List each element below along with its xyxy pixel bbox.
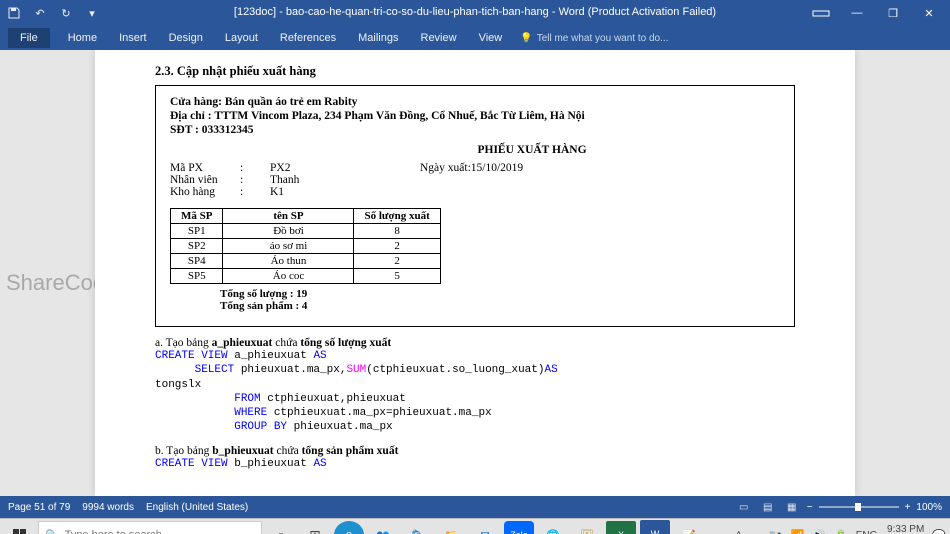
- app-mail[interactable]: ✉: [470, 521, 500, 534]
- tell-me-text: Tell me what you want to do...: [537, 33, 669, 44]
- app-edge[interactable]: e: [334, 521, 364, 534]
- status-language[interactable]: English (United States): [146, 502, 248, 513]
- close-icon[interactable]: ✕: [912, 3, 946, 23]
- web-layout-icon[interactable]: ▦: [783, 499, 801, 515]
- search-placeholder: Type here to search: [65, 529, 162, 534]
- zoom-out-icon[interactable]: −: [807, 502, 813, 513]
- zoom-level[interactable]: 100%: [916, 502, 942, 513]
- app-zalo[interactable]: Zalo: [504, 521, 534, 534]
- bulb-icon: 💡: [520, 33, 532, 44]
- tab-references[interactable]: References: [276, 32, 340, 44]
- search-icon: 🔍: [45, 529, 59, 534]
- undo-icon[interactable]: ↶: [30, 3, 50, 23]
- app-sql[interactable]: 🗄: [572, 521, 602, 534]
- tab-design[interactable]: Design: [165, 32, 207, 44]
- ribbon-tabs: File Home Insert Design Layout Reference…: [0, 26, 950, 50]
- app-word[interactable]: W: [640, 520, 670, 534]
- app-teams[interactable]: 👥: [368, 521, 398, 534]
- tray-wifi-icon[interactable]: 📶: [791, 529, 805, 534]
- form-title: PHIẾU XUẤT HÀNG: [290, 144, 774, 156]
- tab-insert[interactable]: Insert: [115, 32, 151, 44]
- redo-icon[interactable]: ↻: [56, 3, 76, 23]
- app-chrome[interactable]: 🌐: [538, 521, 568, 534]
- paragraph-b: b. Tạo bảng b_phieuxuat chứa tổng sản ph…: [155, 445, 795, 457]
- read-mode-icon[interactable]: ▭: [735, 499, 753, 515]
- tab-view[interactable]: View: [475, 32, 507, 44]
- tray-volume-icon[interactable]: 🔊: [812, 529, 826, 534]
- task-view-icon[interactable]: ⊞: [300, 521, 330, 534]
- tray-language[interactable]: ENG: [856, 530, 878, 534]
- cortana-icon[interactable]: ○: [266, 521, 296, 534]
- print-layout-icon[interactable]: ▤: [759, 499, 777, 515]
- document-workspace: ShareCode.vn 2.3. Cập nhật phiếu xuất hà…: [0, 50, 950, 496]
- system-tray: ˄ ☁ 📷 📶 🔊 🔋 ENG 9:33 PM 2/5/2022 💬: [735, 524, 946, 534]
- tab-layout[interactable]: Layout: [221, 32, 262, 44]
- minimize-icon[interactable]: —: [840, 3, 874, 23]
- zoom-in-icon[interactable]: +: [905, 502, 911, 513]
- start-button[interactable]: [4, 521, 34, 534]
- status-page[interactable]: Page 51 of 79: [8, 502, 70, 513]
- tray-battery-icon[interactable]: 🔋: [834, 529, 848, 534]
- save-icon[interactable]: [4, 3, 24, 23]
- tray-time: 9:33 PM: [885, 524, 924, 534]
- code-block-b: CREATE VIEW b_phieuxuat AS: [155, 457, 795, 471]
- qat-customize-icon[interactable]: ▾: [82, 3, 102, 23]
- tray-camera-icon[interactable]: 📷: [769, 529, 783, 534]
- windows-logo-icon: [13, 529, 26, 534]
- restore-icon[interactable]: ❐: [876, 3, 910, 23]
- app-explorer[interactable]: 📁: [436, 521, 466, 534]
- tell-me[interactable]: 💡 Tell me what you want to do...: [520, 33, 668, 44]
- window-controls: — ❐ ✕: [804, 3, 946, 23]
- tray-chevron-icon[interactable]: ˄: [735, 529, 741, 534]
- title-bar: ↶ ↻ ▾ [123doc] - bao-cao-he-quan-tri-co-…: [0, 0, 950, 26]
- zoom-slider[interactable]: [819, 506, 899, 508]
- windows-taskbar: 🔍 Type here to search ○ ⊞ e 👥 🛍 📁 ✉ Zalo…: [0, 518, 950, 534]
- form-box: Cửa hàng: Bán quần áo trẻ em Rabity Địa …: [155, 85, 795, 327]
- tray-notifications-icon[interactable]: 💬: [932, 529, 946, 534]
- app-store[interactable]: 🛍: [402, 521, 432, 534]
- status-bar: Page 51 of 79 9994 words English (United…: [0, 496, 950, 518]
- taskbar-search[interactable]: 🔍 Type here to search: [38, 521, 262, 534]
- tab-file[interactable]: File: [8, 28, 50, 48]
- tray-onedrive-icon[interactable]: ☁: [750, 529, 761, 534]
- tab-home[interactable]: Home: [64, 32, 101, 44]
- section-heading: 2.3. Cập nhật phiếu xuất hàng: [155, 64, 795, 79]
- document-page[interactable]: 2.3. Cập nhật phiếu xuất hàng Cửa hàng: …: [95, 50, 855, 496]
- app-notepad[interactable]: 📝: [674, 521, 704, 534]
- tab-mailings[interactable]: Mailings: [354, 32, 402, 44]
- app-excel[interactable]: X: [606, 521, 636, 534]
- paragraph-a: a. Tạo bảng a_phieuxuat chứa tổng số lượ…: [155, 337, 795, 349]
- status-words[interactable]: 9994 words: [82, 502, 134, 513]
- quick-access-toolbar: ↶ ↻ ▾: [4, 3, 102, 23]
- items-table: Mã SPtên SPSố lượng xuất SP1Đồ bơi8 SP2á…: [170, 208, 441, 284]
- ribbon-options-icon[interactable]: [804, 3, 838, 23]
- tab-review[interactable]: Review: [417, 32, 461, 44]
- code-block-a: CREATE VIEW a_phieuxuat AS SELECT phieux…: [155, 349, 795, 435]
- tray-clock[interactable]: 9:33 PM 2/5/2022: [885, 524, 924, 534]
